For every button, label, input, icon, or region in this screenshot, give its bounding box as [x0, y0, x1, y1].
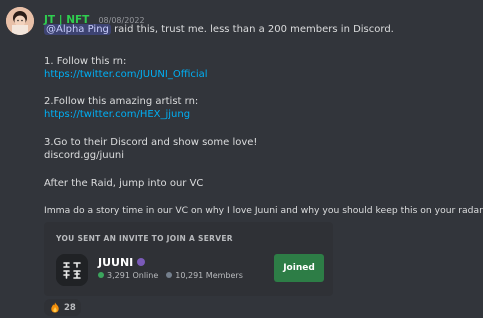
twitter-link-hex[interactable]: https://twitter.com/HEX_jjung [44, 109, 190, 120]
invite-title: YOU SENT AN INVITE TO JOIN A SERVER [56, 234, 233, 243]
server-stats: 3,291 Online 10,291 Members [98, 271, 243, 280]
discord-link-text: discord.gg/juuni [44, 150, 125, 161]
reaction-fire[interactable]: 28 [44, 299, 81, 316]
members-dot-icon [166, 272, 173, 278]
chat-message: JT | NFT 08/08/2022 @Alpha Ping raid thi… [0, 0, 483, 318]
server-icon[interactable] [56, 254, 88, 286]
story-time-line: Imma do a story time in our VC on why I … [44, 205, 483, 218]
boost-badge-icon [137, 258, 146, 266]
after-raid-text: After the Raid, jump into our VC [44, 178, 204, 189]
fire-icon [51, 302, 59, 313]
avatar-image [6, 7, 34, 35]
step-3-text: 3.Go to their Discord and show some love… [44, 137, 258, 148]
juuni-logo-icon [56, 254, 88, 286]
joined-button[interactable]: Joined [274, 254, 324, 282]
server-name: JUUNI [98, 256, 146, 269]
step-2-text: 2.Follow this amazing artist rn: [44, 96, 199, 107]
message-header: JT | NFT 08/08/2022 [44, 8, 145, 26]
reaction-count: 28 [64, 302, 76, 313]
member-count: 10,291 Members [175, 271, 243, 280]
step-1-text: 1. Follow this rn: [44, 56, 127, 67]
avatar[interactable] [6, 7, 34, 35]
mention[interactable]: @Alpha Ping [44, 24, 111, 35]
server-invite-card: YOU SENT AN INVITE TO JOIN A SERVER JUUN… [44, 222, 333, 296]
message-line-1: @Alpha Ping raid this, trust me. less th… [44, 24, 394, 35]
server-name-text: JUUNI [98, 256, 134, 269]
story-time-text: Imma do a story time in our VC on why I … [44, 205, 483, 216]
twitter-link-juuni[interactable]: https://twitter.com/JUUNI_Official [44, 69, 208, 80]
online-dot-icon [98, 272, 104, 278]
online-count: 3,291 Online [107, 271, 159, 280]
message-text: raid this, trust me. less than a 200 mem… [110, 24, 394, 35]
